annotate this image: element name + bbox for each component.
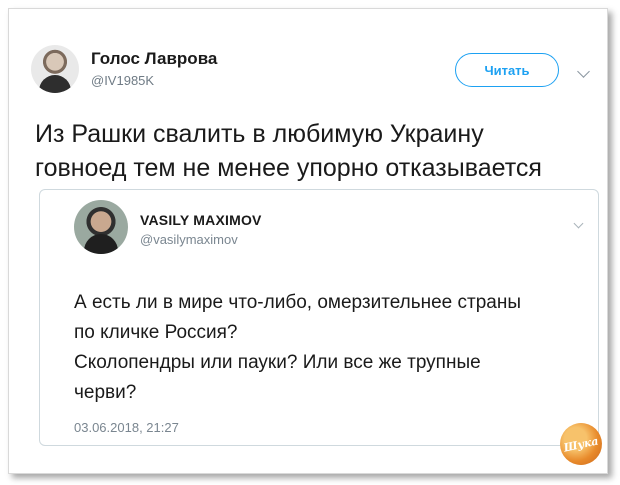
chevron-down-icon[interactable]	[577, 65, 590, 78]
author-handle[interactable]: @IV1985K	[91, 73, 154, 88]
tweet-text-line: Из Рашки свалить в любимую Украину	[35, 120, 484, 148]
chevron-down-icon[interactable]	[573, 218, 584, 229]
quoted-author-name[interactable]: VASILY MAXIMOV	[140, 212, 262, 228]
tweet-text: Из Рашки свалить в любимую Украину говно…	[35, 117, 605, 185]
tweet-text-line: говноед тем не менее упорно отказывается	[35, 154, 542, 182]
author-name[interactable]: Голос Лаврова	[91, 49, 217, 69]
tweet-card: Голос Лаврова @IV1985K Читать Из Рашки с…	[8, 8, 608, 474]
quoted-author-avatar[interactable]	[74, 200, 128, 254]
quoted-text-line: Сколопендры или пауки? Или все же трупны…	[74, 352, 481, 373]
quoted-text-line: черви?	[74, 382, 137, 403]
quoted-text-line: по кличке Россия?	[74, 322, 238, 343]
quoted-author-handle[interactable]: @vasilymaximov	[140, 232, 238, 247]
quoted-text-line: А есть ли в мире что-либо, омерзительнее…	[74, 292, 522, 313]
quoted-tweet-text: А есть ли в мире что-либо, омерзительнее…	[74, 288, 574, 408]
follow-button[interactable]: Читать	[455, 53, 559, 87]
quoted-tweet[interactable]: VASILY MAXIMOV @vasilymaximov А есть ли …	[39, 189, 599, 446]
author-avatar[interactable]	[31, 45, 79, 93]
quoted-tweet-date[interactable]: 03.06.2018, 21:27	[74, 420, 179, 435]
